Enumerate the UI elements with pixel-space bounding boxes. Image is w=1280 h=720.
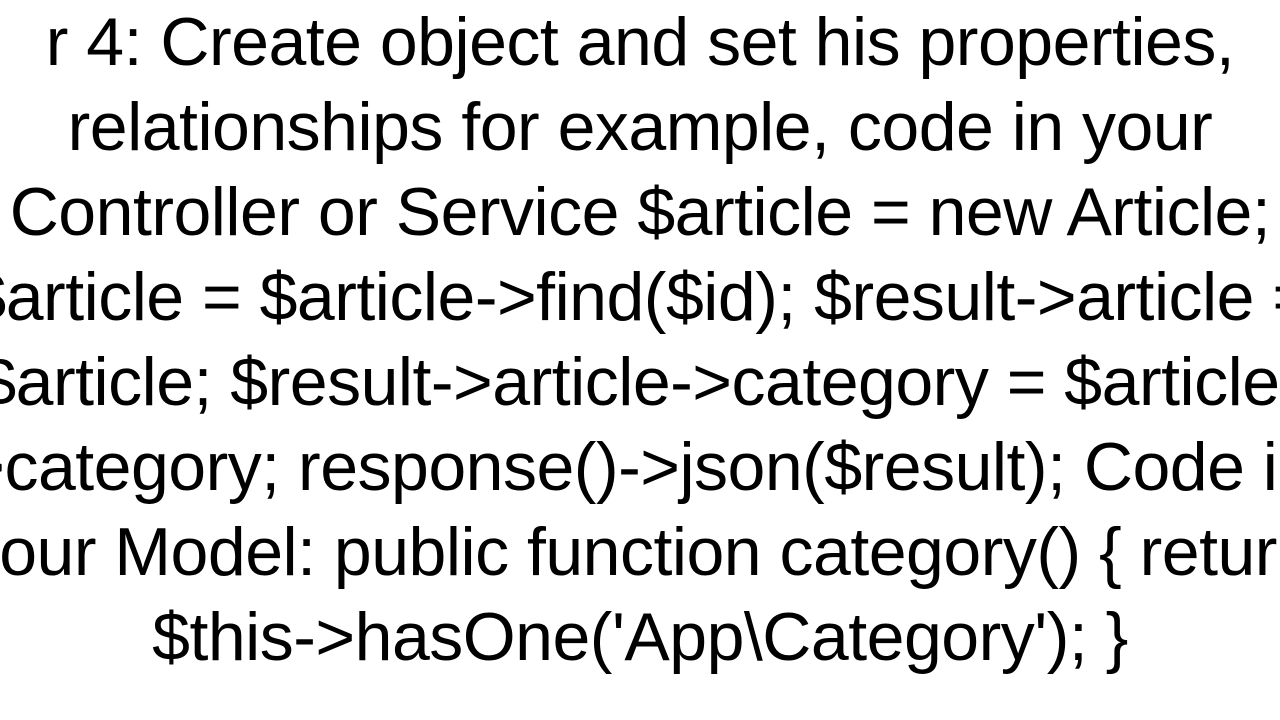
document-text: r 4: Create object and set his propertie… <box>0 0 1280 680</box>
